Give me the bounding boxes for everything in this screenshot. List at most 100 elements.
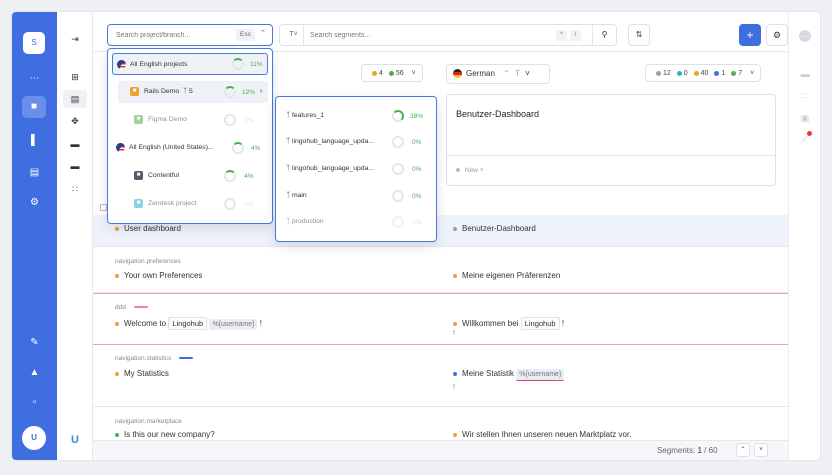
settings-gear-icon[interactable]: ⚙ [12, 192, 57, 214]
reports-chart-icon[interactable]: ▌ [12, 130, 57, 152]
collapse-sidebar-icon[interactable]: ⇥ [57, 30, 93, 48]
nodes-icon[interactable]: ∷ [57, 180, 93, 198]
flag-icon [116, 142, 125, 152]
text-filter-icon[interactable]: T˅ [284, 25, 304, 45]
placeholder-tag: Lingohub [168, 317, 208, 330]
progress-percent: 0% [412, 219, 422, 226]
target-language-select[interactable]: German ⌃ T ˅ [446, 64, 550, 84]
notifications-bell-icon[interactable]: ▲ [12, 362, 57, 384]
tools-wrench-icon[interactable]: ✎ [12, 332, 57, 354]
target-label: Willkommen bei [462, 319, 519, 328]
checks-icon[interactable]: ✓ [799, 131, 812, 145]
apps-grid-icon[interactable]: ⋯ [12, 68, 57, 90]
table-row[interactable]: navigation.statistics My Statistics Mein… [93, 345, 788, 407]
translation-editor[interactable]: Benutzer-Dashboard New ˅ [446, 94, 776, 186]
segment-search[interactable]: T˅ ^ / ⚲ [279, 24, 617, 46]
key-label: navigation.statistics [115, 355, 172, 362]
status-select[interactable]: New ˅ [447, 155, 775, 185]
source-text[interactable]: User dashboard [115, 224, 181, 233]
prev-segment-button[interactable]: ⌃ [736, 443, 750, 457]
target-text[interactable]: Meine eigenen Präferenzen [453, 271, 560, 280]
grid-view-icon[interactable]: ⊞ [57, 68, 93, 86]
project-item[interactable]: ■ Contentful [122, 165, 179, 187]
branch-item[interactable]: ᛉ main [286, 185, 307, 207]
image-icon[interactable]: ▣ [799, 112, 811, 124]
progress-ring-icon [392, 216, 404, 228]
status-bullet [453, 321, 457, 326]
branch-icon: ᛉ [183, 88, 188, 95]
progress-percent: 12% [242, 89, 256, 96]
table-row[interactable]: navigation.preferences Your own Preferen… [93, 247, 788, 293]
move-icon[interactable]: ✥ [57, 112, 93, 130]
lingohub-logo[interactable]: U [22, 426, 46, 450]
project-item[interactable]: ■ Zendesk project [122, 193, 196, 215]
search-icon[interactable]: ⚲ [592, 25, 616, 45]
table-view-icon[interactable]: ▤ [63, 90, 87, 108]
target-text[interactable]: Willkommen bei Lingohub ! [453, 317, 564, 330]
branch-item[interactable]: ᛉ features_1 [286, 105, 324, 127]
workspace-avatar[interactable]: S [23, 32, 45, 54]
tag-marker [179, 357, 194, 360]
comments-icon[interactable]: ▬ [57, 135, 93, 153]
progress-ring-icon [224, 170, 236, 182]
nodes-icon[interactable]: ∷ [799, 90, 811, 102]
source-status-chip[interactable]: 4 56 ˅ [361, 64, 423, 82]
progress-percent: 11% [250, 61, 263, 68]
progress-percent: 0% [412, 193, 422, 200]
target-text[interactable]: Wir stellen Ihnen unseren neuen Marktpla… [453, 430, 631, 439]
projects-folder-icon[interactable]: ■ [22, 96, 46, 118]
chevron-down-icon: ˅ [750, 70, 755, 77]
kbd-hint-ctrl: ^ [556, 30, 567, 41]
select-all-checkbox[interactable] [100, 204, 107, 211]
progress-ring-icon [392, 163, 404, 175]
cart-icon[interactable]: ▤ [12, 162, 57, 184]
chevron-up-icon[interactable]: ⌃ [260, 29, 266, 37]
table-row[interactable]: ddd Welcome to Lingohub %{username} ! Wi… [93, 293, 788, 345]
segment-search-input[interactable] [306, 25, 536, 45]
next-segment-button[interactable]: ˅ [754, 443, 768, 457]
branch-item[interactable]: ᛉ lingohub_language_upda... [286, 131, 374, 153]
comments-icon[interactable]: ▬ [799, 68, 811, 80]
esc-key-hint: Esc [236, 29, 255, 41]
source-label: Your own Preferences [124, 271, 203, 280]
progress-ring-icon [224, 198, 236, 210]
branch-icon: ᛉ [286, 165, 291, 172]
target-status-chip[interactable]: 12 0 40 1 7 ˅ [645, 64, 762, 82]
chevron-down-icon: ˅ [525, 69, 530, 78]
branch-item[interactable]: ᛉ lingohub_language_upda... [286, 158, 374, 180]
translation-text[interactable]: Benutzer-Dashboard [456, 109, 539, 119]
progress-ring-icon [392, 110, 404, 122]
info-icon[interactable]: ⋯ [799, 30, 811, 42]
progress-ring-icon [392, 136, 404, 148]
segment-key: navigation.statistics [115, 355, 194, 362]
project-icon: ■ [130, 86, 139, 96]
branch-item[interactable]: ᛉ production [286, 211, 324, 233]
project-item[interactable]: ■ Figma Demo [122, 109, 187, 131]
flag-icon [117, 59, 126, 69]
sort-icon[interactable]: ⇅ [628, 24, 650, 46]
project-label: Figma Demo [148, 116, 187, 123]
chevron-up-small-icon: ⌃ [503, 69, 510, 78]
source-text[interactable]: My Statistics [115, 369, 169, 378]
branch-count: 5 [189, 88, 193, 95]
target-text[interactable]: Meine Statistik %{username} [453, 369, 565, 381]
status-dot-grey [656, 70, 661, 76]
list-icon[interactable]: ▬ [57, 157, 93, 175]
total-segments: / 60 [704, 446, 718, 455]
add-button[interactable]: + [739, 24, 761, 46]
settings-icon[interactable]: ⚙ [766, 24, 788, 46]
badge-blue: 1 [721, 70, 726, 77]
project-item[interactable]: All English projects [112, 53, 268, 75]
source-text[interactable]: Is this our new company? [115, 430, 215, 439]
project-item[interactable]: All English (United States)... [112, 137, 214, 159]
target-text[interactable]: Benutzer-Dashboard [453, 224, 536, 233]
project-search-input[interactable] [108, 25, 228, 45]
source-text[interactable]: Your own Preferences [115, 271, 202, 280]
project-label: All English projects [130, 61, 188, 68]
help-chat-icon[interactable]: ▫ [12, 392, 57, 414]
text-type-icon: T [515, 69, 520, 78]
progress-ring-icon [224, 86, 236, 98]
table-row[interactable]: navigation.marketplace Is this our new c… [93, 407, 788, 440]
source-text[interactable]: Welcome to Lingohub %{username} ! [115, 317, 262, 330]
project-search[interactable]: Esc ⌃ [107, 24, 273, 46]
